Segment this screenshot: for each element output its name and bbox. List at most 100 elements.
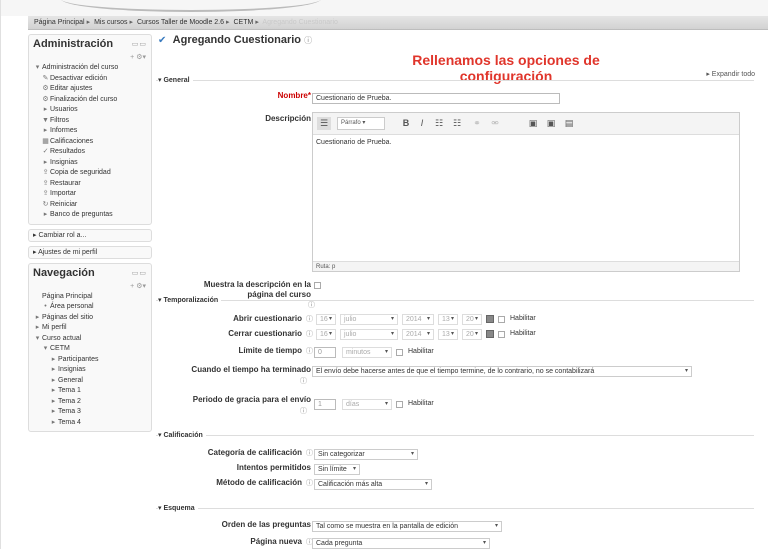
open-month-select[interactable]: julio ▾ bbox=[340, 314, 398, 325]
nav-item[interactable]: ▾ CETM bbox=[29, 344, 151, 355]
image-icon[interactable]: ▣ bbox=[527, 117, 539, 130]
time-limit-enable-checkbox[interactable] bbox=[396, 349, 403, 356]
breadcrumb-home[interactable]: Página Principal bbox=[34, 19, 85, 26]
help-icon[interactable]: ⓘ bbox=[300, 406, 307, 416]
nav-item-icon: ▸ bbox=[51, 418, 56, 426]
open-hour-select[interactable]: 13 ▾ bbox=[438, 314, 458, 325]
nav-item[interactable]: ▸ Tema 4 bbox=[29, 418, 151, 429]
close-enable-checkbox[interactable] bbox=[498, 331, 505, 338]
grace-period-input[interactable]: 1 bbox=[314, 399, 336, 410]
nav-item[interactable]: ▸ Tema 2 bbox=[29, 397, 151, 408]
admin-item[interactable]: ⚙Editar ajustes bbox=[29, 84, 151, 95]
nav-item[interactable]: ▸ Tema 3 bbox=[29, 407, 151, 418]
profile-settings-link[interactable]: ▸ Ajustes de mi perfil bbox=[28, 245, 152, 259]
open-year-select[interactable]: 2014 ▾ bbox=[402, 314, 434, 325]
new-page-value: Cada pregunta bbox=[316, 540, 363, 547]
media-icon[interactable]: ▣ bbox=[545, 117, 557, 130]
question-order-select[interactable]: Tal como se muestra en la pantalla de ed… bbox=[312, 521, 502, 532]
help-icon[interactable]: ⓘ bbox=[306, 314, 313, 324]
breadcrumb-course[interactable]: Cursos Taller de Moodle 2.6 bbox=[137, 19, 224, 26]
toolbar-toggle-icon[interactable]: ☰ bbox=[317, 117, 331, 130]
help-icon[interactable]: ⓘ bbox=[300, 376, 307, 386]
description-editor[interactable]: ☰ Párrafo ▾ B I ☷ ☷ ⚭ ⚮ ▣ ▣ ▤ Cuestionar… bbox=[312, 112, 740, 272]
close-day-select[interactable]: 16 ▾ bbox=[316, 329, 336, 340]
admin-item[interactable]: ▸ Banco de preguntas bbox=[29, 210, 151, 221]
close-month-select[interactable]: julio ▾ bbox=[340, 329, 398, 340]
admin-item[interactable]: ▦Calificaciones bbox=[29, 137, 151, 148]
open-enable-checkbox[interactable] bbox=[498, 316, 505, 323]
admin-item[interactable]: ✎ Desactivar edición bbox=[29, 74, 151, 85]
section-timing-legend[interactable]: ▾ Temporalización bbox=[158, 296, 222, 304]
section-general-legend[interactable]: ▾ General bbox=[158, 76, 193, 84]
admin-item[interactable]: ↻ Reiniciar bbox=[29, 200, 151, 211]
unlink-icon[interactable]: ⚮ bbox=[489, 117, 501, 130]
italic-icon[interactable]: I bbox=[417, 117, 427, 130]
new-page-select[interactable]: Cada pregunta ▾ bbox=[312, 538, 490, 549]
admin-item[interactable]: ▾ Administración del curso bbox=[29, 63, 151, 74]
time-limit-unit-select[interactable]: minutos ▾ bbox=[342, 347, 392, 358]
expand-all-link[interactable]: ▸ Expandir todo bbox=[706, 70, 755, 78]
nav-item[interactable]: ▸ Tema 1 bbox=[29, 386, 151, 397]
bold-icon[interactable]: B bbox=[401, 117, 411, 130]
nav-item[interactable]: ▸ Participantes bbox=[29, 355, 151, 366]
nav-item[interactable]: ▾ Curso actual bbox=[29, 334, 151, 345]
help-icon[interactable]: ⓘ bbox=[306, 346, 313, 356]
nav-item[interactable]: ▸ Mi perfil bbox=[29, 323, 151, 334]
nav-item[interactable]: ▸ Insignias bbox=[29, 365, 151, 376]
admin-item[interactable]: ⇪ Restaurar bbox=[29, 179, 151, 190]
block-dock-icon[interactable]: ▭▭ bbox=[132, 269, 147, 277]
section-layout-legend[interactable]: ▾ Esquema bbox=[158, 504, 198, 512]
close-quiz-label: Cerrar cuestionario bbox=[228, 329, 302, 338]
help-icon[interactable]: ⓘ bbox=[306, 329, 313, 339]
nav-item[interactable]: ▸ General bbox=[29, 376, 151, 387]
close-minute-select[interactable]: 20 ▾ bbox=[462, 329, 482, 340]
close-hour-select[interactable]: 13 ▾ bbox=[438, 329, 458, 340]
help-icon[interactable]: ⓘ bbox=[306, 478, 313, 488]
editor-body[interactable]: Cuestionario de Prueba. bbox=[313, 135, 739, 221]
bullet-list-icon[interactable]: ☷ bbox=[433, 117, 445, 130]
attempts-allowed-select[interactable]: Sin límite ▾ bbox=[314, 464, 360, 475]
admin-item[interactable]: ⚙Finalización del curso bbox=[29, 95, 151, 106]
calendar-icon[interactable] bbox=[486, 330, 494, 338]
nav-item[interactable]: Página Principal bbox=[29, 292, 151, 303]
when-time-expires-select[interactable]: El envío debe hacerse antes de que el ti… bbox=[312, 366, 692, 377]
paragraph-select[interactable]: Párrafo ▾ bbox=[337, 117, 385, 130]
calendar-icon[interactable] bbox=[486, 315, 494, 323]
name-input[interactable]: Cuestionario de Prueba. bbox=[312, 93, 560, 104]
section-grading-legend[interactable]: ▾ Calificación bbox=[158, 431, 206, 439]
open-minute-select[interactable]: 20 ▾ bbox=[462, 314, 482, 325]
admin-item[interactable]: ▸ Insignias bbox=[29, 158, 151, 169]
open-day-select[interactable]: 16 ▾ bbox=[316, 314, 336, 325]
grace-period-label: Periodo de gracia para el envío bbox=[192, 395, 311, 404]
admin-item[interactable]: ⇪ Copia de seguridad bbox=[29, 168, 151, 179]
numbered-list-icon[interactable]: ☷ bbox=[451, 117, 463, 130]
question-order-label: Orden de las preguntas bbox=[221, 520, 311, 529]
breadcrumb-cetm[interactable]: CETM bbox=[233, 19, 253, 26]
close-year-select[interactable]: 2014 ▾ bbox=[402, 329, 434, 340]
grade-category-select[interactable]: Sin categorizar ▾ bbox=[314, 449, 418, 460]
grading-method-select[interactable]: Calificación más alta ▾ bbox=[314, 479, 432, 490]
help-icon[interactable]: ⓘ bbox=[304, 36, 312, 45]
breadcrumb-my-courses[interactable]: Mis cursos bbox=[94, 19, 127, 26]
time-limit-input[interactable]: 0 bbox=[314, 347, 336, 358]
nav-item[interactable]: ▸ Páginas del sitio bbox=[29, 313, 151, 324]
link-icon[interactable]: ⚭ bbox=[471, 117, 483, 130]
help-icon[interactable]: ⓘ bbox=[306, 448, 313, 458]
admin-item[interactable]: ▸ Informes bbox=[29, 126, 151, 137]
admin-item-label: Banco de preguntas bbox=[50, 211, 113, 218]
show-description-checkbox[interactable] bbox=[314, 282, 321, 289]
admin-item[interactable]: ✓ Resultados bbox=[29, 147, 151, 158]
block-dock-icon[interactable]: ▭▭ bbox=[132, 40, 147, 48]
file-icon[interactable]: ▤ bbox=[563, 117, 575, 130]
gear-icon[interactable]: + ⚙▾ bbox=[29, 282, 151, 292]
admin-item[interactable]: ⇪ Importar bbox=[29, 189, 151, 200]
grace-period-enable-checkbox[interactable] bbox=[396, 401, 403, 408]
grace-period-unit-select[interactable]: días ▾ bbox=[342, 399, 392, 410]
admin-item[interactable]: ▸ Usuarios bbox=[29, 105, 151, 116]
admin-item[interactable]: ▼Filtros bbox=[29, 116, 151, 127]
admin-item-icon: ⇪ bbox=[42, 179, 49, 187]
nav-item[interactable]: • Área personal bbox=[29, 302, 151, 313]
admin-item-label: Informes bbox=[50, 127, 78, 134]
switch-role-link[interactable]: ▸ Cambiar rol a... bbox=[28, 228, 152, 242]
gear-icon[interactable]: + ⚙▾ bbox=[29, 53, 151, 63]
